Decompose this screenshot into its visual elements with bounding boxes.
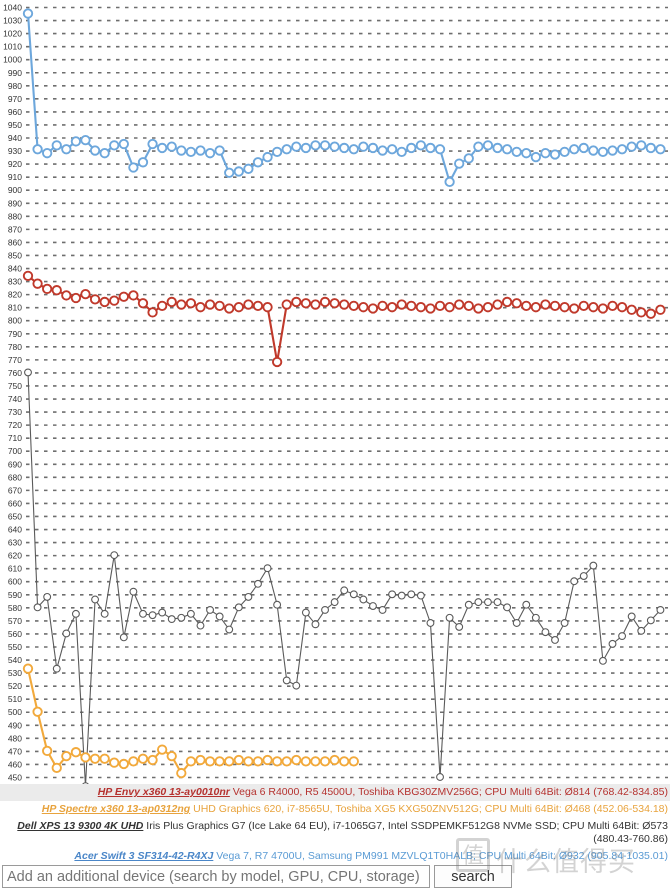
- svg-text:830: 830: [8, 277, 22, 287]
- svg-text:610: 610: [8, 564, 22, 574]
- svg-text:1010: 1010: [3, 42, 22, 52]
- svg-text:530: 530: [8, 668, 22, 678]
- svg-text:500: 500: [8, 707, 22, 717]
- svg-text:670: 670: [8, 485, 22, 495]
- svg-text:800: 800: [8, 316, 22, 326]
- legend-device-details: Iris Plus Graphics G7 (Ice Lake 64 EU), …: [143, 820, 668, 845]
- svg-text:980: 980: [8, 81, 22, 91]
- svg-text:600: 600: [8, 577, 22, 587]
- chart-legend: HP Envy x360 13-ay0010nr Vega 6 R4000, R…: [0, 784, 670, 865]
- svg-text:920: 920: [8, 159, 22, 169]
- legend-device-details: UHD Graphics 620, i7-8565U, Toshiba XG5 …: [190, 803, 668, 815]
- svg-text:970: 970: [8, 94, 22, 104]
- gridlines: 1040 1030 1020 1010 1000 990 980 970 960 950 940 93…: [3, 3, 668, 783]
- svg-text:820: 820: [8, 290, 22, 300]
- svg-text:490: 490: [8, 720, 22, 730]
- search-input[interactable]: [2, 865, 430, 888]
- svg-text:1030: 1030: [3, 16, 22, 26]
- legend-device-name[interactable]: Acer Swift 3 SF314-42-R4XJ: [74, 850, 213, 862]
- svg-text:950: 950: [8, 120, 22, 130]
- chart-svg: 1040 1030 1020 1010 1000 990 980 970 960 950 940 93…: [3, 3, 668, 784]
- svg-text:770: 770: [8, 355, 22, 365]
- svg-text:810: 810: [8, 303, 22, 313]
- legend-device-details: Vega 6 R4000, R5 4500U, Toshiba KBG30ZMV…: [229, 786, 668, 798]
- svg-text:460: 460: [8, 759, 22, 769]
- series-1: [22, 270, 666, 368]
- series-0: [22, 8, 666, 188]
- svg-text:550: 550: [8, 642, 22, 652]
- device-search-bar: search: [0, 864, 670, 890]
- legend-device-details: Vega 7, R7 4700U, Samsung PM991 MZVLQ1T0…: [213, 850, 668, 862]
- legend-item[interactable]: Acer Swift 3 SF314-42-R4XJ Vega 7, R7 47…: [0, 848, 670, 865]
- series-2: [24, 368, 665, 784]
- svg-text:650: 650: [8, 511, 22, 521]
- legend-item[interactable]: HP Envy x360 13-ay0010nr Vega 6 R4000, R…: [0, 784, 670, 801]
- svg-text:840: 840: [8, 264, 22, 274]
- svg-text:850: 850: [8, 250, 22, 260]
- benchmark-chart-page: 1040 1030 1020 1010 1000 990 980 970 960 950 940 93…: [0, 0, 670, 890]
- series-3: [22, 663, 359, 779]
- svg-text:740: 740: [8, 394, 22, 404]
- svg-text:690: 690: [8, 459, 22, 469]
- line-chart: 1040 1030 1020 1010 1000 990 980 970 960 950 940 93…: [0, 0, 670, 784]
- svg-text:990: 990: [8, 68, 22, 78]
- svg-text:1020: 1020: [3, 29, 22, 39]
- svg-text:620: 620: [8, 551, 22, 561]
- svg-text:470: 470: [8, 746, 22, 756]
- svg-text:660: 660: [8, 498, 22, 508]
- svg-text:960: 960: [8, 107, 22, 117]
- svg-text:790: 790: [8, 329, 22, 339]
- svg-text:680: 680: [8, 472, 22, 482]
- svg-text:940: 940: [8, 133, 22, 143]
- svg-text:450: 450: [8, 773, 22, 783]
- svg-text:1040: 1040: [3, 3, 22, 13]
- svg-text:580: 580: [8, 603, 22, 613]
- legend-device-name[interactable]: Dell XPS 13 9300 4K UHD: [17, 820, 143, 832]
- svg-text:570: 570: [8, 616, 22, 626]
- svg-text:720: 720: [8, 420, 22, 430]
- svg-text:710: 710: [8, 433, 22, 443]
- legend-item[interactable]: Dell XPS 13 9300 4K UHD Iris Plus Graphi…: [0, 818, 670, 848]
- svg-text:860: 860: [8, 237, 22, 247]
- svg-text:730: 730: [8, 407, 22, 417]
- search-button[interactable]: search: [434, 865, 512, 888]
- svg-text:750: 750: [8, 381, 22, 391]
- legend-item[interactable]: HP Spectre x360 13-ap0312ng UHD Graphics…: [0, 801, 670, 818]
- svg-text:780: 780: [8, 342, 22, 352]
- svg-text:760: 760: [8, 368, 22, 378]
- svg-text:1000: 1000: [3, 55, 22, 65]
- svg-text:520: 520: [8, 681, 22, 691]
- svg-text:910: 910: [8, 172, 22, 182]
- svg-text:890: 890: [8, 198, 22, 208]
- svg-text:590: 590: [8, 590, 22, 600]
- svg-text:560: 560: [8, 629, 22, 639]
- svg-text:480: 480: [8, 733, 22, 743]
- svg-text:930: 930: [8, 146, 22, 156]
- svg-text:540: 540: [8, 655, 22, 665]
- legend-device-name[interactable]: HP Envy x360 13-ay0010nr: [98, 786, 230, 798]
- svg-text:630: 630: [8, 538, 22, 548]
- svg-text:510: 510: [8, 694, 22, 704]
- svg-text:640: 640: [8, 525, 22, 535]
- svg-text:870: 870: [8, 224, 22, 234]
- legend-device-name[interactable]: HP Spectre x360 13-ap0312ng: [42, 803, 190, 815]
- svg-text:700: 700: [8, 446, 22, 456]
- svg-text:880: 880: [8, 211, 22, 221]
- svg-text:900: 900: [8, 185, 22, 195]
